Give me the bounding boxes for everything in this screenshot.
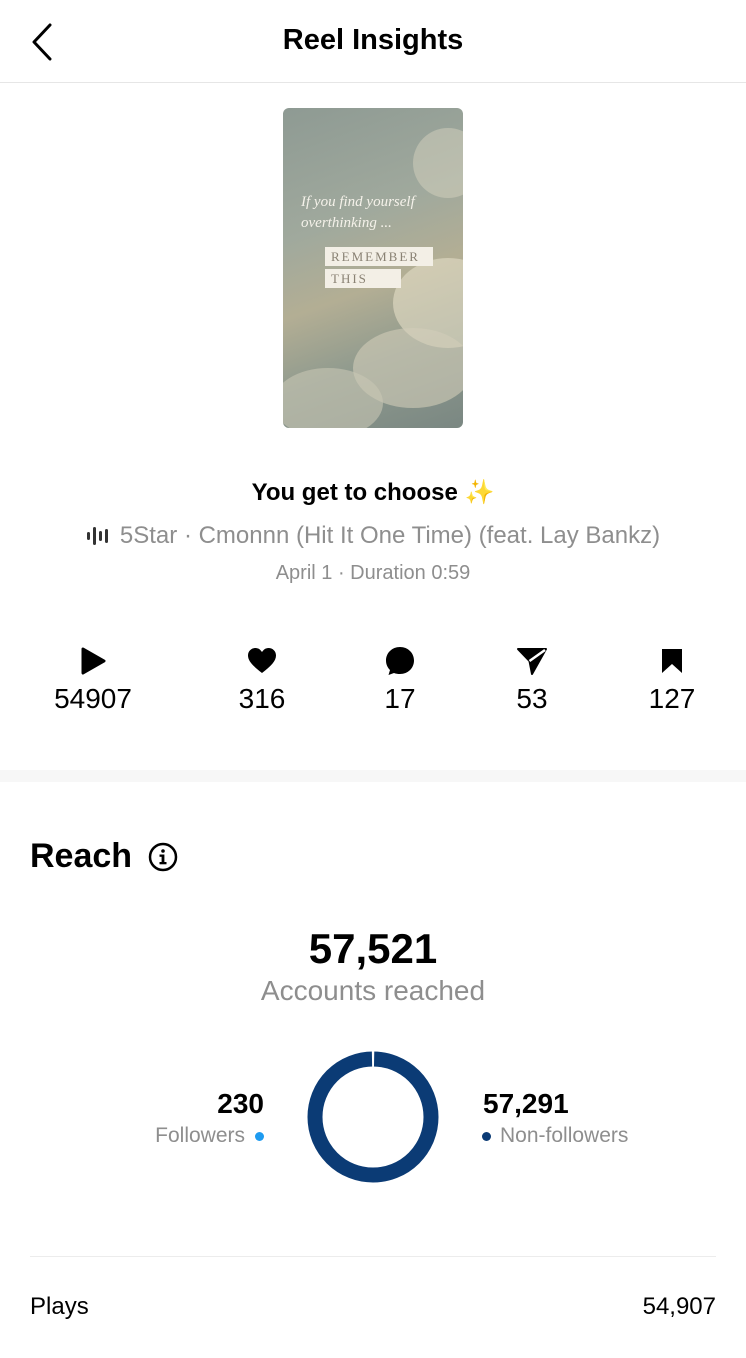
thumbnail-tag-2: THIS	[325, 269, 401, 288]
saves-count: 127	[648, 683, 696, 714]
send-icon	[472, 645, 592, 677]
plays-row-label: Plays	[30, 1293, 89, 1320]
row-divider	[30, 1256, 716, 1257]
thumbnail-text: If you find yourself overthinking ...	[301, 194, 415, 231]
plays-count: 54907	[54, 683, 132, 714]
non-followers-dot	[482, 1131, 491, 1141]
reach-donut-chart	[307, 1051, 439, 1183]
sparkles-icon: ✨	[464, 479, 495, 506]
reel-meta: April 1 · Duration 0:59	[275, 562, 471, 584]
non-followers-label: Non-followers	[500, 1124, 629, 1147]
bookmark-icon	[612, 645, 732, 677]
music-info[interactable]: 5Star · Cmonnn (Hit It One Time) (feat. …	[0, 522, 746, 550]
followers-label: Followers	[155, 1124, 245, 1147]
stat-shares: 53	[472, 645, 592, 715]
play-icon	[33, 645, 153, 677]
shares-count: 53	[516, 683, 548, 714]
heart-icon	[202, 645, 322, 677]
comments-count: 17	[384, 683, 416, 714]
thumbnail-tag-1: REMEMBER	[325, 247, 433, 266]
accounts-reached-label: Accounts reached	[260, 975, 486, 1006]
followers-count: 230	[217, 1088, 264, 1119]
page-title: Reel Insights	[282, 24, 464, 56]
accounts-reached-value: 57,521	[308, 925, 438, 972]
non-followers-legend: Non-followers	[482, 1124, 628, 1148]
donut-non-followers-arc	[307, 1051, 439, 1183]
followers-dot	[255, 1131, 264, 1141]
plays-row-value: 54,907	[642, 1293, 716, 1320]
stat-likes: 316	[202, 645, 322, 715]
comment-icon	[340, 645, 460, 677]
reel-thumbnail[interactable]: If you find yourself overthinking ... RE…	[283, 108, 463, 428]
audio-wave-icon	[86, 526, 110, 546]
section-divider	[0, 770, 746, 782]
music-text: 5Star · Cmonnn (Hit It One Time) (feat. …	[119, 522, 661, 549]
reach-heading: Reach	[30, 837, 133, 875]
followers-legend: Followers	[155, 1124, 264, 1148]
stat-comments: 17	[340, 645, 460, 715]
non-followers-count: 57,291	[483, 1088, 569, 1119]
header-bar: Reel Insights	[0, 0, 746, 83]
info-icon[interactable]	[148, 842, 178, 877]
likes-count: 316	[238, 683, 286, 714]
stat-saves: 127	[612, 645, 732, 715]
reel-caption: You get to choose ✨	[251, 479, 495, 506]
stat-plays: 54907	[33, 645, 153, 715]
